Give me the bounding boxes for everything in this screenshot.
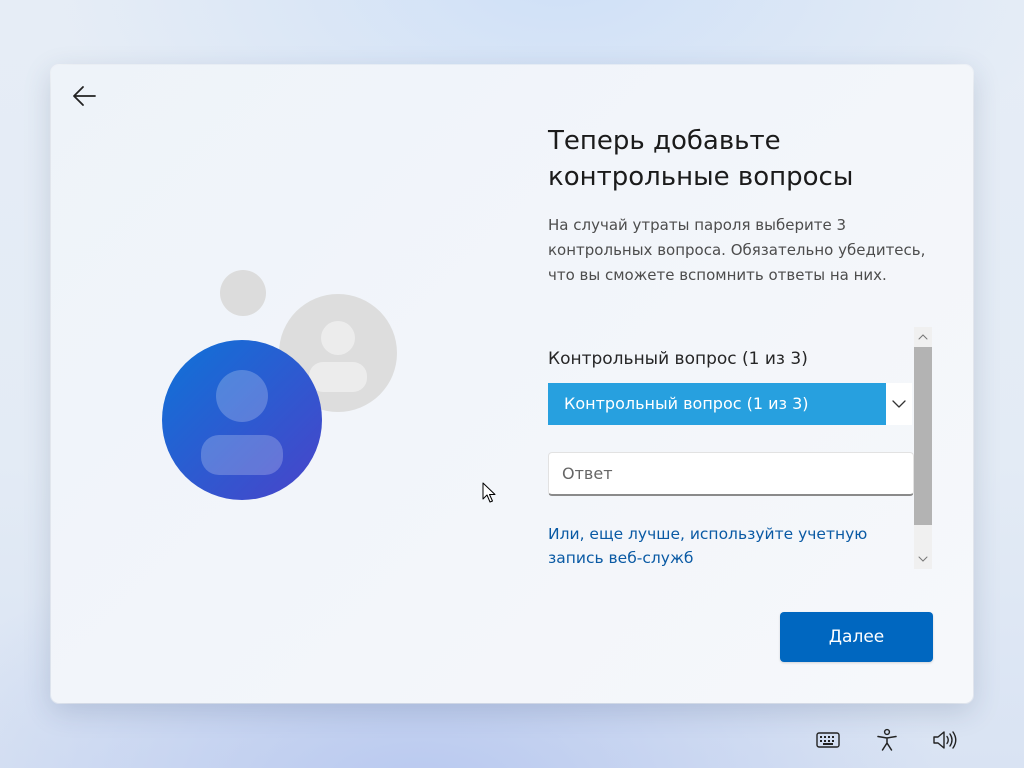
primary-avatar-icon xyxy=(162,340,322,500)
system-tray xyxy=(812,726,972,754)
next-button[interactable]: Далее xyxy=(780,612,933,662)
accessibility-button[interactable] xyxy=(873,726,901,754)
page-title: Теперь добавьте контрольные вопросы xyxy=(548,126,854,192)
question-select-value: Контрольный вопрос (1 из 3) xyxy=(548,383,886,425)
setup-window: Теперь добавьте контрольные вопросы На с… xyxy=(51,65,973,703)
question-label: Контрольный вопрос (1 из 3) xyxy=(548,349,808,369)
chevron-up-icon xyxy=(918,334,928,340)
back-button[interactable] xyxy=(67,79,101,113)
keyboard-button[interactable] xyxy=(814,726,842,754)
questions-scroll-area: Контрольный вопрос (1 из 3) Контрольный … xyxy=(548,327,934,569)
chevron-down-icon xyxy=(892,400,906,408)
scrollbar-thumb[interactable] xyxy=(914,347,932,525)
scroll-up-button[interactable] xyxy=(914,327,932,347)
answer-input[interactable] xyxy=(548,452,914,496)
online-account-link[interactable]: Или, еще лучше, используйте учетную запи… xyxy=(548,522,888,570)
small-avatar-dot xyxy=(220,270,266,316)
keyboard-icon xyxy=(816,732,840,748)
content-panel: Теперь добавьте контрольные вопросы На с… xyxy=(548,65,948,703)
page-description: На случай утраты пароля выберите 3 контр… xyxy=(548,216,926,284)
volume-button[interactable] xyxy=(931,726,959,754)
question-select[interactable]: Контрольный вопрос (1 из 3) xyxy=(548,383,912,425)
select-chevron[interactable] xyxy=(886,383,912,425)
scroll-down-button[interactable] xyxy=(914,549,932,569)
volume-icon xyxy=(933,731,957,749)
user-accounts-illustration xyxy=(162,270,397,500)
arrow-left-icon xyxy=(73,86,96,106)
accessibility-icon xyxy=(877,728,897,751)
chevron-down-icon xyxy=(918,556,928,562)
vertical-scrollbar[interactable] xyxy=(914,327,932,569)
